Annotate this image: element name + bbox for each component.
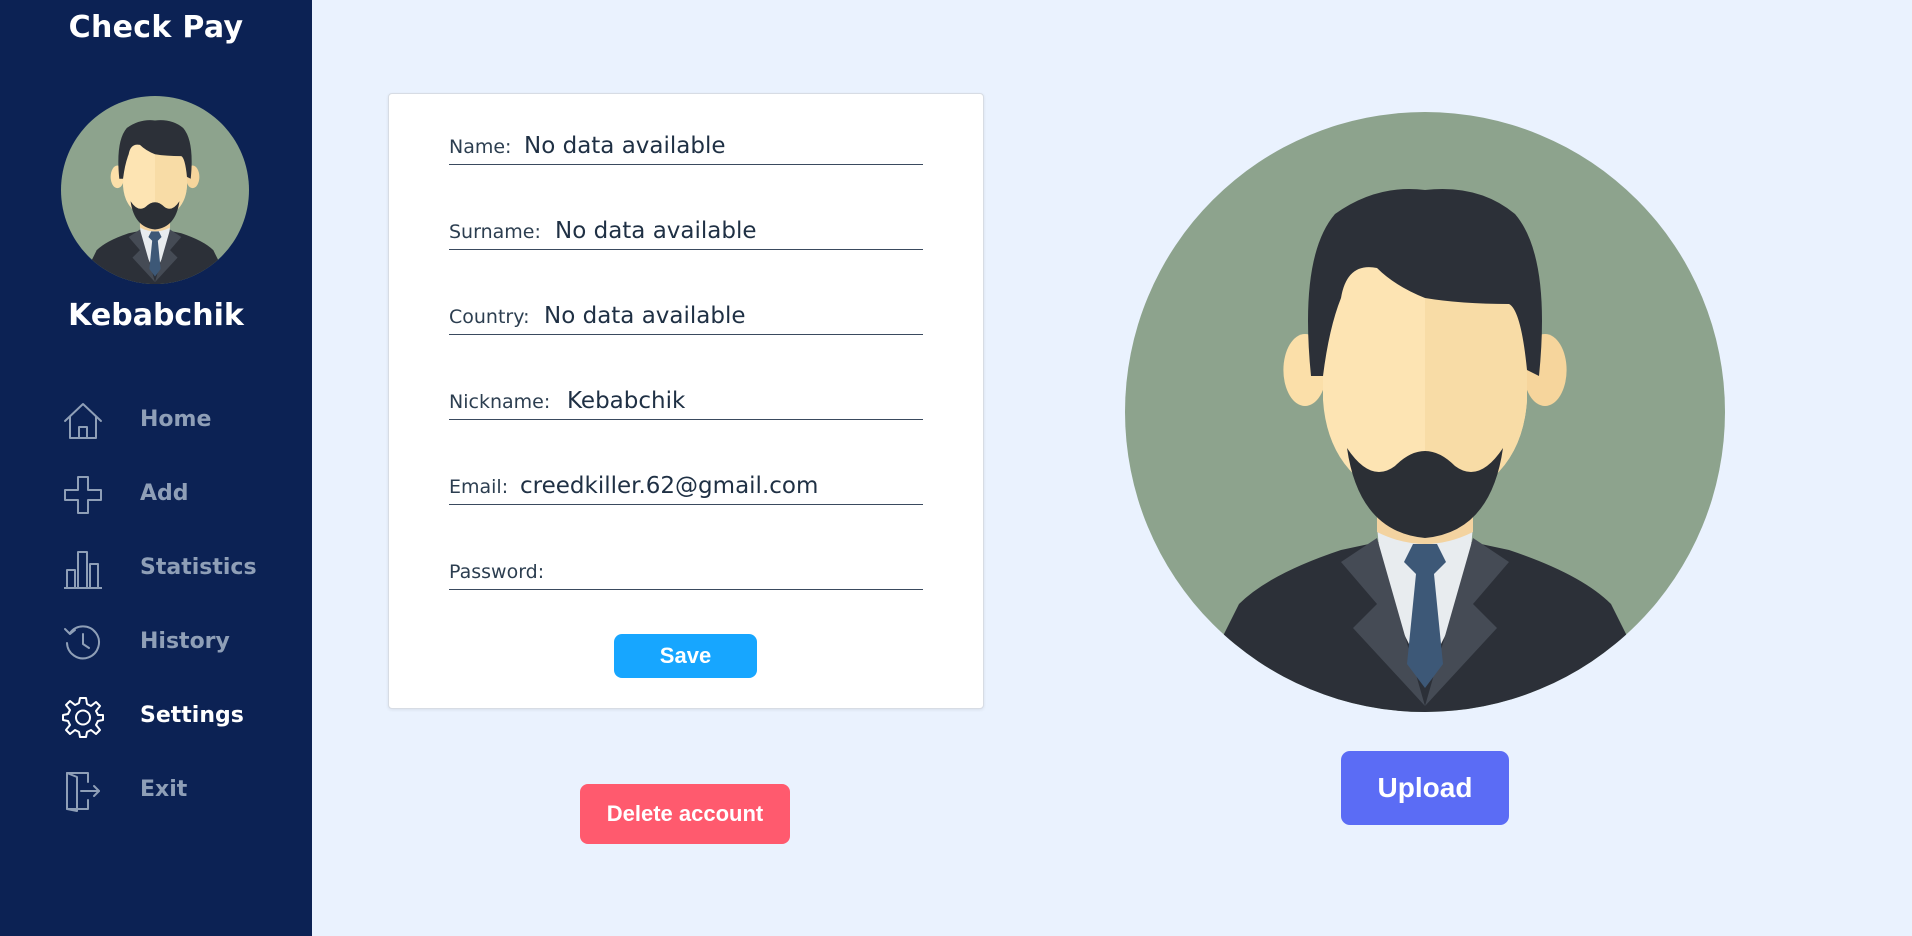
surname-field[interactable]: Surname: No data available — [449, 209, 923, 250]
field-value: No data available — [555, 218, 757, 244]
sidebar-item-label: Exit — [140, 777, 188, 802]
field-value: creedkiller.62@gmail.com — [520, 473, 819, 499]
password-field[interactable]: Password: — [449, 549, 923, 590]
country-field[interactable]: Country: No data available — [449, 294, 923, 335]
field-label: Password: — [449, 561, 545, 583]
field-label: Name: — [449, 136, 512, 158]
save-button[interactable]: Save — [614, 634, 757, 678]
gear-icon — [62, 697, 104, 738]
profile-avatar-large — [1125, 112, 1725, 712]
sidebar-item-home[interactable]: Home — [0, 390, 312, 450]
upload-button[interactable]: Upload — [1341, 751, 1509, 825]
home-icon — [64, 403, 102, 439]
sidebar: Check Pay Kebabchik Home Add Statistics … — [0, 0, 312, 936]
field-value: No data available — [524, 133, 726, 159]
field-value: Kebabchik — [567, 388, 686, 414]
field-label: Email: — [449, 476, 509, 498]
nickname-field[interactable]: Nickname: Kebabchik — [449, 379, 923, 420]
app-title: Check Pay — [68, 10, 244, 45]
email-field[interactable]: Email: creedkiller.62@gmail.com — [449, 464, 923, 505]
sidebar-item-settings[interactable]: Settings — [0, 686, 312, 746]
field-label: Country: — [449, 306, 530, 328]
sidebar-item-exit[interactable]: Exit — [0, 760, 312, 820]
name-field[interactable]: Name: No data available — [449, 124, 923, 165]
bar-chart-icon — [64, 551, 102, 589]
sidebar-item-history[interactable]: History — [0, 612, 312, 672]
sidebar-username: Kebabchik — [68, 298, 244, 333]
sidebar-item-label: Statistics — [140, 555, 257, 580]
sidebar-item-label: Settings — [140, 703, 244, 728]
profile-form-card: Name: No data available Surname: No data… — [388, 93, 984, 709]
sidebar-item-add[interactable]: Add — [0, 464, 312, 524]
sidebar-item-statistics[interactable]: Statistics — [0, 538, 312, 598]
field-label: Surname: — [449, 221, 541, 243]
man-avatar-icon[interactable] — [61, 96, 249, 284]
sidebar-item-label: Home — [140, 407, 212, 432]
sidebar-item-label: Add — [140, 481, 189, 506]
field-value: No data available — [544, 303, 746, 329]
exit-icon — [66, 772, 100, 812]
field-label: Nickname: — [449, 391, 551, 413]
delete-account-button[interactable]: Delete account — [580, 784, 790, 844]
sidebar-item-label: History — [140, 629, 230, 654]
history-icon — [64, 625, 100, 660]
plus-icon — [64, 476, 102, 514]
